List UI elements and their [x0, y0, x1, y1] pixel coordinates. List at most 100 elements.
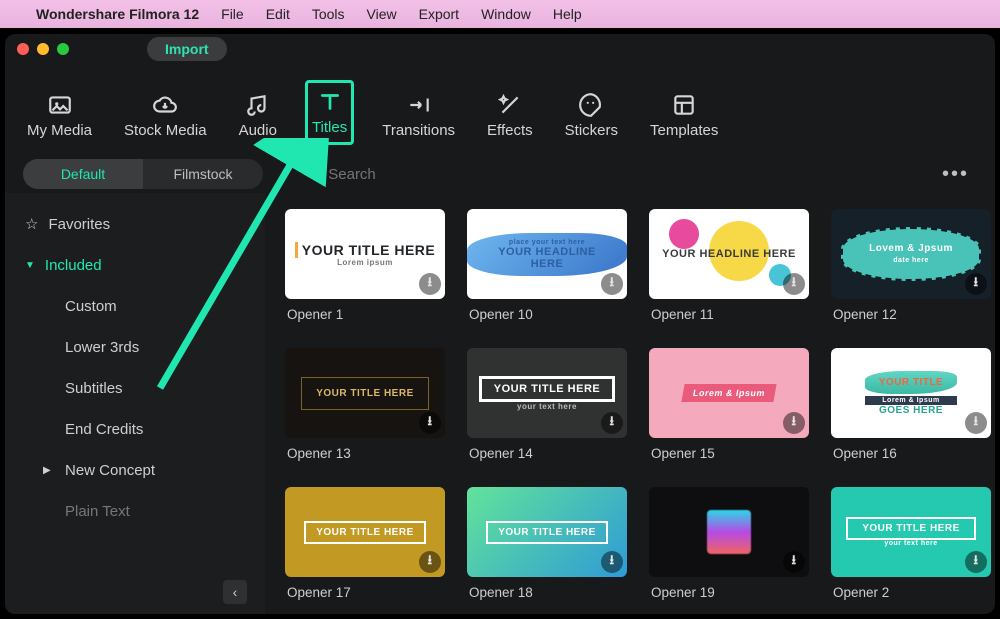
music-note-icon [245, 92, 271, 118]
title-card[interactable]: YOUR TITLE HEREyour text here ⭳ Opener 2 [831, 487, 991, 600]
tab-effects[interactable]: Effects [483, 86, 537, 145]
import-button[interactable]: Import [147, 37, 227, 61]
search-box [303, 165, 914, 183]
download-icon[interactable]: ⭳ [965, 273, 987, 295]
sidebar-collapse-button[interactable]: ‹ [223, 580, 247, 604]
title-card[interactable]: YOUR TITLE HERE ⭳ Opener 18 [467, 487, 627, 600]
minimize-window-button[interactable] [37, 43, 49, 55]
toggle-filmstock[interactable]: Filmstock [143, 159, 263, 189]
tab-stickers[interactable]: Stickers [561, 86, 622, 145]
tab-audio-label: Audio [239, 122, 277, 139]
title-card[interactable]: Lorem & Ipsum ⭳ Opener 15 [649, 348, 809, 461]
menu-file[interactable]: File [221, 6, 244, 22]
sidebar-included-label: Included [45, 257, 102, 274]
menu-window[interactable]: Window [481, 6, 531, 22]
title-thumbnail: YOUR TITLE HERE ⭳ [285, 487, 445, 577]
menu-view[interactable]: View [367, 6, 397, 22]
window-traffic-lights [17, 43, 69, 55]
download-icon[interactable]: ⭳ [419, 412, 441, 434]
tab-my-media[interactable]: My Media [23, 86, 96, 145]
title-card-label: Opener 10 [467, 299, 627, 322]
download-icon[interactable]: ⭳ [419, 273, 441, 295]
title-card[interactable]: ⭳ Opener 19 [649, 487, 809, 600]
menu-help[interactable]: Help [553, 6, 582, 22]
library-body: ☆ Favorites ▼ Included Custom Lower 3rds… [5, 193, 995, 614]
tab-stock-media-label: Stock Media [124, 122, 207, 139]
cloud-download-icon [152, 92, 178, 118]
sidebar-item-new-concept[interactable]: ▶ New Concept [5, 450, 265, 491]
title-thumbnail: Lovem & Jpsumdate here ⭳ [831, 209, 991, 299]
title-card[interactable]: place your text hereYOUR HEADLINE HERE ⭳… [467, 209, 627, 322]
title-card-label: Opener 19 [649, 577, 809, 600]
download-icon[interactable]: ⭳ [783, 273, 805, 295]
download-icon[interactable]: ⭳ [783, 412, 805, 434]
download-icon[interactable]: ⭳ [419, 551, 441, 573]
title-card[interactable]: YOUR TITLELorem & IpsumGOES HERE ⭳ Opene… [831, 348, 991, 461]
library-tabs: My Media Stock Media Audio Titles Transi… [5, 64, 995, 155]
category-sidebar: ☆ Favorites ▼ Included Custom Lower 3rds… [5, 193, 265, 614]
transitions-icon [406, 92, 432, 118]
tab-audio[interactable]: Audio [235, 86, 281, 145]
title-thumbnail: Lorem & Ipsum ⭳ [649, 348, 809, 438]
sidebar-item-end-credits[interactable]: End Credits [5, 409, 265, 450]
zoom-window-button[interactable] [57, 43, 69, 55]
title-thumbnail: YOUR TITLE HERE Lorem ipsum ⭳ [285, 209, 445, 299]
sidebar-item-custom[interactable]: Custom [5, 286, 265, 327]
search-input[interactable] [328, 166, 914, 183]
macos-menubar: Wondershare Filmora 12 File Edit Tools V… [0, 0, 1000, 28]
library-toolbar: Default Filmstock ••• [5, 155, 995, 193]
title-thumbnail: YOUR TITLE HERE ⭳ [467, 487, 627, 577]
title-card-label: Opener 14 [467, 438, 627, 461]
menu-edit[interactable]: Edit [266, 6, 290, 22]
title-card-label: Opener 17 [285, 577, 445, 600]
title-thumbnail: YOUR TITLE HEREyour text here ⭳ [831, 487, 991, 577]
title-card[interactable]: YOUR TITLE HEREyour text here ⭳ Opener 1… [467, 348, 627, 461]
sidebar-favorites-label: Favorites [48, 216, 110, 233]
title-thumbnail: YOUR TITLELorem & IpsumGOES HERE ⭳ [831, 348, 991, 438]
title-grid-scroll[interactable]: YOUR TITLE HERE Lorem ipsum ⭳ Opener 1 p… [265, 193, 995, 614]
title-card[interactable]: YOUR HEADLINE HERE ⭳ Opener 11 [649, 209, 809, 322]
layout-icon [671, 92, 697, 118]
sidebar-included[interactable]: ▼ Included [5, 245, 265, 286]
title-card-label: Opener 1 [285, 299, 445, 322]
wand-icon [497, 92, 523, 118]
sidebar-item-subtitles[interactable]: Subtitles [5, 368, 265, 409]
download-icon[interactable]: ⭳ [965, 551, 987, 573]
tab-templates-label: Templates [650, 122, 718, 139]
title-card-label: Opener 15 [649, 438, 809, 461]
sidebar-item-lower-3rds[interactable]: Lower 3rds [5, 327, 265, 368]
tab-titles[interactable]: Titles [305, 80, 354, 145]
title-card[interactable]: Lovem & Jpsumdate here ⭳ Opener 12 [831, 209, 991, 322]
download-icon[interactable]: ⭳ [601, 273, 623, 295]
app-name[interactable]: Wondershare Filmora 12 [36, 6, 199, 22]
download-icon[interactable]: ⭳ [965, 412, 987, 434]
menu-export[interactable]: Export [419, 6, 459, 22]
title-card[interactable]: YOUR TITLE HERE ⭳ Opener 17 [285, 487, 445, 600]
tab-my-media-label: My Media [27, 122, 92, 139]
sidebar-favorites[interactable]: ☆ Favorites [5, 203, 265, 245]
tab-titles-label: Titles [312, 119, 347, 136]
window-titlebar: Import [5, 34, 995, 64]
title-thumbnail: YOUR TITLE HEREyour text here ⭳ [467, 348, 627, 438]
title-thumbnail: YOUR TITLE HERE ⭳ [285, 348, 445, 438]
tab-stock-media[interactable]: Stock Media [120, 86, 211, 145]
sidebar-item-plain-text[interactable]: Plain Text [5, 491, 265, 532]
more-options-button[interactable]: ••• [934, 163, 977, 186]
title-thumbnail: place your text hereYOUR HEADLINE HERE ⭳ [467, 209, 627, 299]
download-icon[interactable]: ⭳ [783, 551, 805, 573]
title-card[interactable]: YOUR TITLE HERE ⭳ Opener 13 [285, 348, 445, 461]
title-grid: YOUR TITLE HERE Lorem ipsum ⭳ Opener 1 p… [285, 209, 975, 614]
title-card-label: Opener 2 [831, 577, 991, 600]
tab-templates[interactable]: Templates [646, 86, 722, 145]
title-card-label: Opener 13 [285, 438, 445, 461]
download-icon[interactable]: ⭳ [601, 551, 623, 573]
close-window-button[interactable] [17, 43, 29, 55]
download-icon[interactable]: ⭳ [601, 412, 623, 434]
chevron-right-icon: ▶ [43, 465, 51, 476]
title-card[interactable]: YOUR TITLE HERE Lorem ipsum ⭳ Opener 1 [285, 209, 445, 322]
tab-transitions[interactable]: Transitions [378, 86, 459, 145]
sticker-icon [578, 92, 604, 118]
menu-tools[interactable]: Tools [312, 6, 345, 22]
star-icon: ☆ [25, 215, 38, 233]
toggle-default[interactable]: Default [23, 159, 143, 189]
